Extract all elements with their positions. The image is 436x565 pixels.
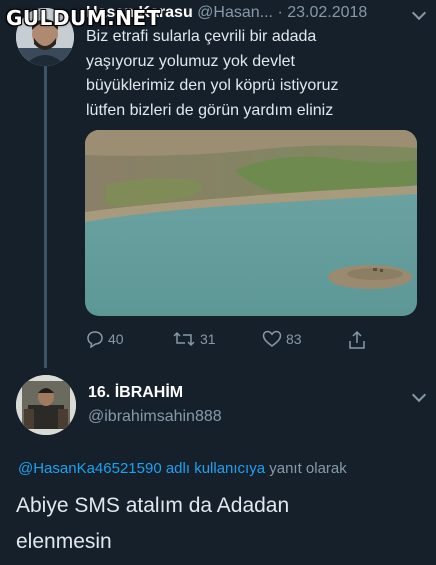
share-icon <box>349 330 365 349</box>
author-name[interactable]: 16. İBRAHİM <box>88 384 183 402</box>
tweet-text-line: yaşıyoruz yolumuz yok devlet <box>86 52 295 70</box>
reply-text-line: elenmesin <box>16 530 112 553</box>
author-handle[interactable]: @ibrahimsahin888 <box>88 408 222 426</box>
tweet-photo[interactable] <box>85 130 417 316</box>
retweet-icon <box>173 331 195 347</box>
heart-icon <box>262 330 282 347</box>
tweet-actions: 40 31 83 <box>86 330 386 352</box>
retweet-count: 31 <box>200 331 216 347</box>
author-handle[interactable]: @Hasan... <box>197 4 273 21</box>
share-button[interactable] <box>348 330 370 350</box>
tweet-date[interactable]: · 23.02.2018 <box>277 4 367 21</box>
reply-suffix: yanıt olarak <box>265 460 347 477</box>
reply-button[interactable]: 40 <box>86 330 124 348</box>
reply-mention-link[interactable]: @HasanKa46521590 adlı kullanıcıya <box>18 460 265 477</box>
retweet-button[interactable]: 31 <box>172 330 216 348</box>
tweet-text: Biz etrafi sularla çevrili bir adada yaş… <box>86 25 416 123</box>
like-count: 83 <box>286 331 302 347</box>
site-watermark: GULDUM.NET <box>6 6 161 30</box>
replying-to: @HasanKa46521590 adlı kullanıcıya yanıt … <box>18 460 347 477</box>
thread-connector-line <box>44 66 47 368</box>
reply-text-line: Abiye SMS atalım da Adadan <box>16 494 290 517</box>
reply-count: 40 <box>108 331 124 347</box>
like-button[interactable]: 83 <box>262 330 302 348</box>
chevron-down-icon[interactable] <box>411 387 427 403</box>
reply-text: Abiye SMS atalım da Adadan elenmesin <box>16 488 416 560</box>
tweet-text-line: büyüklerimiz den yol köprü istiyoruz <box>86 77 339 94</box>
reply-icon <box>87 331 103 348</box>
tweet-text-line: lütfen bizleri de görün yardım eliniz <box>86 101 334 119</box>
avatar[interactable] <box>16 375 76 435</box>
